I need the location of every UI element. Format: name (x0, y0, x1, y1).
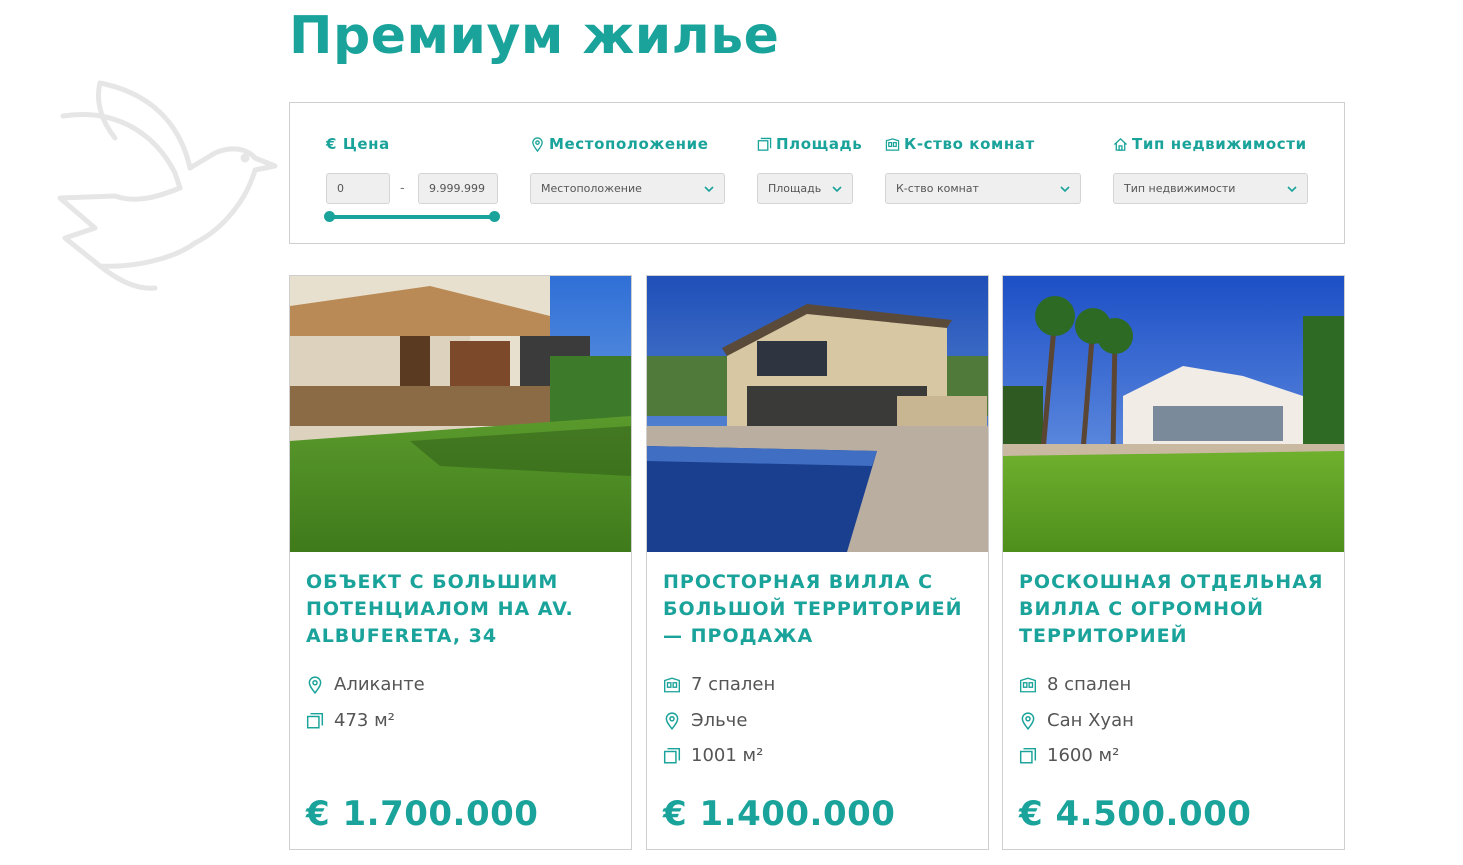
page-title: Премиум жилье (289, 6, 780, 66)
price-range-separator: - (400, 181, 405, 196)
area-icon (1019, 747, 1037, 763)
listing-feature-text: Сан Хуан (1047, 710, 1134, 731)
price-slider-min-handle[interactable] (324, 211, 335, 222)
house-icon (1113, 137, 1128, 151)
listing-feature-text: Эльче (691, 710, 748, 731)
price-slider-max-handle[interactable] (489, 211, 500, 222)
area-filter: Площадь (757, 133, 862, 155)
listing-feature-location: Эльче (663, 710, 747, 731)
listing-feature-text: 1600 м² (1047, 745, 1120, 766)
price-max-input[interactable]: 9.999.999 (418, 173, 498, 204)
dove-logo-icon (57, 80, 278, 291)
location-pin-icon (308, 675, 322, 694)
listing-feature-bedrooms: 8 спален (1019, 674, 1131, 695)
bedrooms-icon (664, 677, 680, 692)
listing-feature-text: Аликанте (334, 674, 425, 695)
rooms-select[interactable]: К-ство комнат (885, 173, 1081, 204)
listing-photo[interactable] (647, 276, 988, 552)
bedrooms-icon (885, 137, 900, 151)
listing-price: € 1.400.000 (663, 794, 896, 834)
listing-feature-text: 8 спален (1047, 674, 1132, 695)
listing-feature-area: 473 м² (306, 710, 395, 731)
listing-photo[interactable] (290, 276, 631, 552)
area-select-value: Площадь (768, 182, 822, 195)
listing-card[interactable]: ОБЪЕКТ С БОЛЬШИМ ПОТЕНЦИАЛОМ НА AV. ALBU… (289, 275, 632, 850)
location-pin-icon (665, 711, 679, 730)
area-icon (306, 712, 324, 728)
rooms-filter: К-ство комнат (885, 133, 1035, 155)
listing-feature-area: 1600 м² (1019, 745, 1119, 766)
price-min-input[interactable]: 0 (326, 173, 390, 204)
property-type-filter-label: Тип недвижимости (1132, 135, 1307, 153)
listing-feature-location: Сан Хуан (1019, 710, 1134, 731)
bedrooms-icon (1020, 677, 1036, 692)
listing-feature-location: Аликанте (306, 674, 425, 695)
listing-card[interactable]: РОСКОШНАЯ ОТДЕЛЬНАЯ ВИЛЛА С ОГРОМНОЙ ТЕР… (1002, 275, 1345, 850)
property-type-select-value: Тип недвижимости (1124, 182, 1236, 195)
listing-title[interactable]: ПРОСТОРНАЯ ВИЛЛА С БОЛЬШОЙ ТЕРРИТОРИЕЙ —… (663, 569, 973, 650)
area-filter-label: Площадь (776, 135, 863, 153)
location-filter-label: Местоположение (549, 135, 709, 153)
price-filter-label: € Цена (326, 135, 390, 153)
property-type-select[interactable]: Тип недвижимости (1113, 173, 1308, 204)
area-icon (757, 137, 772, 151)
listing-feature-bedrooms: 7 спален (663, 674, 775, 695)
listing-card[interactable]: ПРОСТОРНАЯ ВИЛЛА С БОЛЬШОЙ ТЕРРИТОРИЕЙ —… (646, 275, 989, 850)
listing-title[interactable]: РОСКОШНАЯ ОТДЕЛЬНАЯ ВИЛЛА С ОГРОМНОЙ ТЕР… (1019, 569, 1329, 650)
chevron-down-icon (1060, 186, 1070, 193)
location-pin-icon (532, 136, 543, 152)
listing-feature-text: 7 спален (691, 674, 776, 695)
listing-title[interactable]: ОБЪЕКТ С БОЛЬШИМ ПОТЕНЦИАЛОМ НА AV. ALBU… (306, 569, 616, 650)
area-select[interactable]: Площадь (757, 173, 853, 204)
location-filter: Местоположение (530, 133, 709, 155)
search-filter-panel: € Цена 0 - 9.999.999 Местоположение Мест… (289, 102, 1345, 244)
listing-feature-text: 1001 м² (691, 745, 764, 766)
listing-feature-text: 473 м² (334, 710, 395, 731)
price-slider-track[interactable] (326, 215, 496, 219)
rooms-select-value: К-ство комнат (896, 182, 979, 195)
location-select-value: Местоположение (541, 182, 642, 195)
area-icon (663, 747, 681, 763)
location-select[interactable]: Местоположение (530, 173, 725, 204)
chevron-down-icon (704, 186, 714, 193)
rooms-filter-label: К-ство комнат (904, 135, 1035, 153)
location-pin-icon (1021, 711, 1035, 730)
chevron-down-icon (1287, 186, 1297, 193)
listing-feature-area: 1001 м² (663, 745, 763, 766)
listing-price: € 4.500.000 (1019, 794, 1252, 834)
property-type-filter: Тип недвижимости (1113, 133, 1307, 155)
listing-price: € 1.700.000 (306, 794, 539, 834)
chevron-down-icon (832, 186, 842, 193)
price-filter: € Цена (326, 133, 390, 155)
listing-photo[interactable] (1003, 276, 1344, 552)
